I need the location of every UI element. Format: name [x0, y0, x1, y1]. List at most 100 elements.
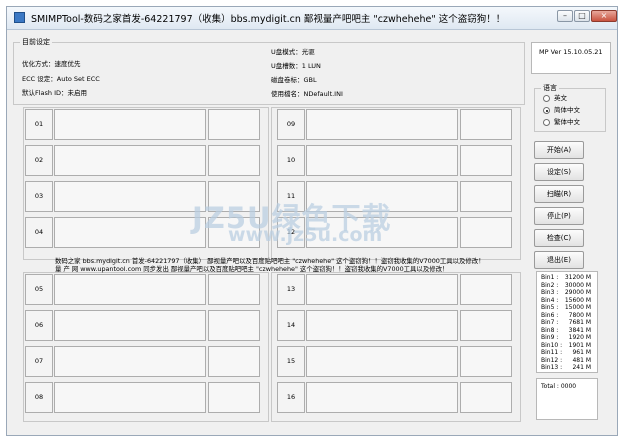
slot-11-button[interactable]: 11 [277, 181, 305, 212]
bin-row: Bin13 : 241 M [541, 364, 591, 372]
slot-10-button[interactable]: 10 [277, 145, 305, 176]
bin-value: 29000 M [564, 289, 591, 296]
bin-value: 30000 M [564, 281, 591, 289]
language-group-label: 语言 [541, 83, 559, 93]
settings-group-label: 目前设定 [20, 37, 52, 47]
language-option-label: 繁体中文 [554, 118, 580, 126]
radio-selected-icon [543, 107, 550, 114]
start-button[interactable]: 开始(A) [534, 141, 584, 159]
bin-value: 15000 M [564, 304, 591, 311]
exit-button[interactable]: 退出(E) [534, 251, 584, 269]
bin-row: Bin12 : 481 M [541, 357, 591, 365]
bin-row: Bin1 : 31200 M [541, 274, 591, 282]
slot-02-button[interactable]: 02 [25, 145, 53, 176]
close-button[interactable]: × [591, 10, 617, 22]
language-option-traditional-chinese[interactable]: 繁体中文 [543, 118, 599, 128]
slot-13-button[interactable]: 13 [277, 274, 305, 305]
slot-04-progress [54, 217, 206, 248]
slot-12-progress [306, 217, 458, 248]
slot-10-progress [306, 145, 458, 176]
settings-group: 目前设定 [13, 37, 525, 105]
slot-15-progress [306, 346, 458, 377]
settings-button[interactable]: 设定(S) [534, 163, 584, 181]
slot-02-capacity [208, 145, 260, 176]
slot-12-button[interactable]: 12 [277, 217, 305, 248]
language-option-label: 英文 [554, 94, 567, 102]
marquee-line-2: 量 产 网 www.upantool.com 同步发出 鄙视量产吧以及百度贴吧吧… [55, 265, 449, 273]
slot-07-capacity [208, 346, 260, 377]
bin-row: Bin10 : 1901 M [541, 342, 591, 350]
setting-flash-id: 默认Flash ID：未启用 [22, 89, 88, 97]
bin-name: Bin5 : [541, 304, 559, 311]
slot-01-capacity [208, 109, 260, 140]
bin-name: Bin1 : [541, 274, 559, 281]
bin-row: Bin9 : 1920 M [541, 334, 591, 342]
bin-row: Bin3 : 29000 M [541, 289, 591, 297]
maximize-button[interactable]: □ [574, 10, 590, 22]
setting-lun: U盘槽数：1 LUN [271, 62, 321, 70]
slot-11-progress [306, 181, 458, 212]
setting-disk-mode: U盘模式：光驱 [271, 48, 315, 56]
bin-value: 31200 M [564, 274, 591, 281]
bin-value: 7800 M [568, 311, 591, 319]
slot-16-button[interactable]: 16 [277, 382, 305, 413]
slot-05-capacity [208, 274, 260, 305]
slot-05-progress [54, 274, 206, 305]
slot-05-button[interactable]: 05 [25, 274, 53, 305]
slot-09-progress [306, 109, 458, 140]
slot-09-capacity [460, 109, 512, 140]
slot-08-button[interactable]: 08 [25, 382, 53, 413]
slot-14-button[interactable]: 14 [277, 310, 305, 341]
slot-10-capacity [460, 145, 512, 176]
bin-name: Bin11 : [541, 349, 563, 356]
radio-icon [543, 95, 550, 102]
slot-15-button[interactable]: 15 [277, 346, 305, 377]
language-option-simplified-chinese[interactable]: 简体中文 [543, 106, 599, 116]
bin-value: 481 M [572, 356, 591, 364]
bin-value: 15600 M [564, 296, 591, 304]
title-bar[interactable]: SMIMPTool-数码之家首发-64221797（收集）bbs.mydigit… [7, 7, 617, 30]
bin-row: Bin5 : 15000 M [541, 304, 591, 312]
bin-value: 3841 M [568, 326, 591, 334]
total-box: Total : 0000 [536, 378, 598, 420]
setting-ecc: ECC 设定：Auto Set ECC [22, 75, 100, 83]
main-content: 目前设定 优化方式：速度优先 ECC 设定：Auto Set ECC 默认Fla… [7, 30, 617, 435]
scan-button[interactable]: 扫瞄(R) [534, 185, 584, 203]
slot-14-progress [306, 310, 458, 341]
bin-name: Bin2 : [541, 281, 559, 289]
slot-07-button[interactable]: 07 [25, 346, 53, 377]
slot-11-capacity [460, 181, 512, 212]
setting-ini-file: 使用檔名：NDefault.INI [271, 90, 343, 98]
setting-volume-label: 磁盘卷标：GBL [271, 76, 317, 84]
slot-04-button[interactable]: 04 [25, 217, 53, 248]
total-text: Total : 0000 [541, 383, 577, 390]
bin-name: Bin3 : [541, 289, 559, 296]
bin-row: Bin11 : 961 M [541, 349, 591, 357]
bin-row: Bin4 : 15600 M [541, 297, 591, 305]
slot-15-capacity [460, 346, 512, 377]
slot-08-capacity [208, 382, 260, 413]
stop-button[interactable]: 停止(P) [534, 207, 584, 225]
radio-icon [543, 119, 550, 126]
slot-01-button[interactable]: 01 [25, 109, 53, 140]
slot-12-capacity [460, 217, 512, 248]
check-button[interactable]: 检查(C) [534, 229, 584, 247]
slot-09-button[interactable]: 09 [277, 109, 305, 140]
slot-03-button[interactable]: 03 [25, 181, 53, 212]
bin-row: Bin6 : 7800 M [541, 312, 591, 320]
version-text: MP Ver 15.10.05.21 [539, 48, 603, 56]
slot-06-capacity [208, 310, 260, 341]
setting-optimize: 优化方式：速度优先 [22, 60, 81, 68]
slot-14-capacity [460, 310, 512, 341]
slot-04-capacity [208, 217, 260, 248]
bin-value: 7681 M [568, 319, 591, 326]
bin-value: 1901 M [568, 341, 591, 349]
bin-name: Bin6 : [541, 311, 559, 319]
language-option-english[interactable]: 英文 [543, 94, 599, 104]
slot-06-button[interactable]: 06 [25, 310, 53, 341]
minimize-button[interactable]: – [557, 10, 573, 22]
language-option-label: 简体中文 [554, 106, 580, 114]
bin-name: Bin9 : [541, 334, 559, 341]
slot-03-capacity [208, 181, 260, 212]
slot-06-progress [54, 310, 206, 341]
